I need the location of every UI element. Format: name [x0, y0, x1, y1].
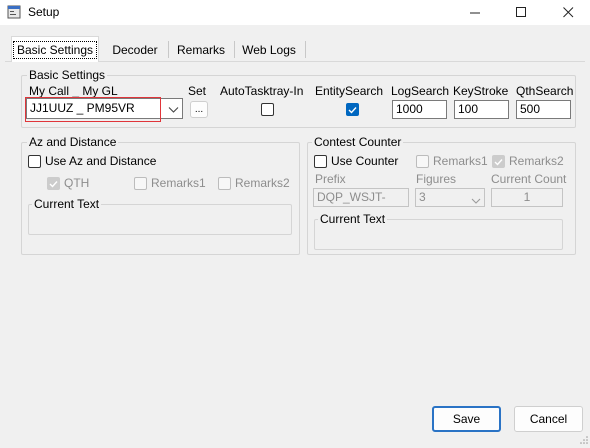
set-label: Set [188, 84, 207, 98]
set-button-label: ... [194, 104, 204, 115]
tab-separator [168, 41, 169, 58]
mycall-label: My Call _ My GL [29, 84, 118, 98]
mycall-highlight-box [25, 97, 161, 122]
qthsearch-value: 500 [520, 102, 541, 116]
tab-separator [305, 41, 306, 58]
save-button-label: Save [452, 412, 481, 426]
tab-remarks[interactable]: Remarks [172, 38, 230, 61]
az-current-text-legend: Current Text [32, 197, 102, 211]
title-bar [0, 0, 590, 25]
cc-remarks1-label: Remarks1 [433, 154, 488, 168]
close-button[interactable] [551, 0, 585, 25]
prefix-input[interactable]: DQP_WSJT- [313, 188, 409, 207]
cc-current-text-legend: Current Text [318, 212, 388, 226]
az-remarks1-label: Remarks1 [151, 176, 206, 190]
tab-label: Decoder [112, 42, 158, 57]
set-button[interactable]: ... [190, 101, 208, 118]
tab-separator [234, 41, 235, 58]
current-count-value: 1 [523, 190, 531, 204]
az-remarks1-checkbox[interactable] [134, 177, 147, 190]
qth-checkbox[interactable] [47, 177, 60, 190]
resize-grip-icon[interactable] [579, 434, 589, 448]
keystroke-label: KeyStroke [453, 84, 509, 98]
prefix-label: Prefix [315, 172, 346, 186]
az-remarks2-checkbox[interactable] [218, 177, 231, 190]
chevron-down-icon[interactable] [168, 103, 179, 117]
figures-label: Figures [416, 172, 457, 186]
app-icon [7, 5, 21, 19]
minimize-button[interactable] [458, 0, 492, 25]
logsearch-value: 1000 [396, 102, 423, 116]
qthsearch-input[interactable]: 500 [516, 100, 571, 119]
checkmark-icon [348, 106, 357, 114]
autotasktray-label: AutoTasktray-In [220, 84, 304, 98]
cc-remarks2-checkbox[interactable] [492, 155, 505, 168]
tab-label: Web Logs [242, 42, 296, 57]
use-az-distance-checkbox[interactable] [28, 155, 41, 168]
tab-basic-settings[interactable]: Basic Settings [11, 36, 99, 62]
az-remarks2-label: Remarks2 [235, 176, 290, 190]
tab-label: Basic Settings [12, 40, 98, 59]
cc-remarks1-checkbox[interactable] [416, 155, 429, 168]
close-icon [562, 7, 573, 18]
autotasktray-checkbox[interactable] [261, 103, 274, 116]
use-counter-checkbox[interactable] [314, 155, 327, 168]
current-count-label: Current Count [491, 172, 567, 186]
maximize-icon [515, 7, 526, 17]
maximize-button[interactable] [504, 0, 538, 25]
cancel-button[interactable]: Cancel [514, 406, 583, 432]
tab-decoder[interactable]: Decoder [106, 38, 164, 61]
contest-counter-legend: Contest Counter [312, 135, 404, 149]
qthsearch-label: QthSearch [516, 84, 574, 98]
cancel-button-label: Cancel [529, 412, 568, 426]
checkmark-icon [49, 180, 58, 188]
current-count-input[interactable]: 1 [491, 188, 563, 207]
checkmark-icon [494, 158, 503, 166]
basic-settings-legend: Basic Settings [27, 68, 108, 82]
chevron-down-icon [471, 194, 481, 208]
logsearch-label: LogSearch [391, 84, 450, 98]
cc-remarks2-label: Remarks2 [509, 154, 564, 168]
qth-label: QTH [64, 176, 90, 190]
window-title: Setup [28, 5, 60, 19]
use-az-distance-label[interactable]: Use Az and Distance [45, 154, 156, 168]
entitysearch-checkbox[interactable] [346, 103, 359, 116]
az-distance-legend: Az and Distance [27, 135, 119, 149]
save-button[interactable]: Save [432, 406, 501, 432]
use-counter-label[interactable]: Use Counter [331, 154, 398, 168]
prefix-value: DQP_WSJT- [317, 190, 386, 204]
tab-web-logs[interactable]: Web Logs [238, 38, 300, 61]
tab-label: Remarks [176, 42, 225, 57]
keystroke-value: 100 [458, 102, 479, 116]
figures-value: 3 [419, 190, 426, 204]
entitysearch-label: EntitySearch [315, 84, 384, 98]
keystroke-input[interactable]: 100 [454, 100, 509, 119]
logsearch-input[interactable]: 1000 [392, 100, 447, 119]
minimize-icon [469, 12, 480, 14]
